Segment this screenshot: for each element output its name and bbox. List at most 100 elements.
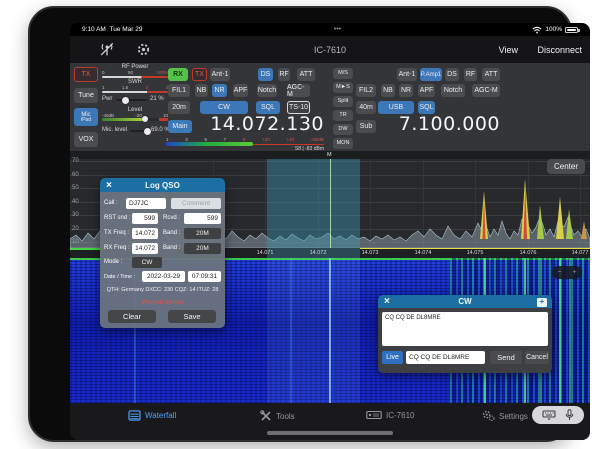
sub-preamp-button[interactable]: P.Amp1 [420, 68, 442, 81]
call-input[interactable] [126, 198, 166, 209]
settings-gear-icon[interactable] [136, 42, 151, 57]
waterfall-passband [267, 258, 360, 403]
main-band-button[interactable]: 20m [168, 101, 190, 114]
sub-notch-button[interactable]: Notch [441, 84, 465, 97]
live-button[interactable]: Live [382, 351, 403, 364]
pwr-slider[interactable] [116, 99, 148, 101]
main-rx-button[interactable]: RX [168, 68, 188, 81]
clear-button[interactable]: Clear [108, 310, 156, 323]
close-icon[interactable]: × [106, 178, 112, 192]
tune-button[interactable]: Tune [74, 88, 98, 103]
cw-dialog-header[interactable]: × CW + [378, 295, 552, 308]
ms-button[interactable]: M/S [333, 68, 353, 79]
status-bar: 9:10 AM Tue Mar 29 ••• 100% [70, 23, 590, 36]
vox-button[interactable]: VOX [74, 132, 98, 147]
pan-minus-icon[interactable]: − [557, 269, 561, 276]
mic-icon[interactable] [565, 409, 574, 421]
time-input[interactable] [188, 271, 221, 282]
rx-freq-input[interactable] [132, 243, 158, 254]
rf-power-meter [102, 76, 168, 78]
add-macro-icon[interactable]: + [537, 298, 547, 307]
passband-highlight[interactable] [267, 159, 360, 248]
tab-tools-label: Tools [276, 412, 295, 421]
mic-ipad-button[interactable]: Mic iPad [74, 108, 98, 126]
view-button[interactable]: View [499, 45, 518, 55]
tx-band-label: Band : [163, 230, 180, 236]
sub-apf-button[interactable]: APF [418, 84, 435, 97]
main-vfo-button[interactable]: Main [168, 120, 192, 133]
save-button[interactable]: Save [168, 310, 216, 323]
rcvd-input[interactable] [184, 213, 221, 224]
sub-rf-button[interactable]: RF [464, 68, 477, 81]
rcvd-label: Rcvd : [163, 215, 180, 221]
main-agc-button[interactable]: AGC-M [287, 84, 310, 97]
cw-message-area[interactable]: CQ CQ DE DL8MRE [382, 312, 548, 346]
dw-button[interactable]: DW [333, 124, 353, 135]
freq-scale-label: 14.075 [462, 250, 488, 256]
main-antenna-button[interactable]: Ant-1 [210, 68, 230, 81]
tuning-marker-line [330, 159, 331, 248]
main-ds-button[interactable]: DS [258, 68, 273, 81]
bottom-tab-bar: Waterfall Tools IC-7610 Settings [70, 403, 590, 440]
cancel-button[interactable]: Cancel [525, 351, 549, 364]
keyboard-shortcut-pill[interactable] [532, 406, 584, 424]
sub-frequency-display: 7.100.000 [390, 113, 500, 135]
close-icon[interactable]: × [384, 295, 390, 308]
send-button[interactable]: Send [490, 351, 522, 364]
date-input[interactable] [142, 271, 185, 282]
tab-waterfall[interactable]: Waterfall [128, 410, 176, 421]
status-dots: ••• [334, 26, 341, 33]
rx-band-button[interactable]: 20M [184, 243, 221, 254]
center-button[interactable]: Center [547, 159, 585, 174]
mic-level-label: Mic. level [102, 127, 127, 133]
sub-agc-button[interactable]: AGC-M [472, 84, 500, 97]
main-rf-button[interactable]: RF [278, 68, 290, 81]
keyboard-icon[interactable] [542, 410, 556, 420]
mon-button[interactable]: MON [333, 138, 353, 149]
mic-level-slider[interactable] [130, 130, 150, 132]
sub-nr-button[interactable]: NR [399, 84, 413, 97]
mode-button[interactable]: CW [132, 257, 162, 268]
sub-filter-button[interactable]: FIL2 [356, 84, 376, 97]
main-nr-button[interactable]: NR [212, 84, 227, 97]
log-qso-header[interactable]: × Log QSO [100, 178, 225, 192]
battery-icon [565, 27, 578, 33]
freq-scale-label: 14.073 [357, 250, 383, 256]
main-apf-button[interactable]: APF [233, 84, 248, 97]
rst-snd-input[interactable] [132, 213, 158, 224]
tx-freq-input[interactable] [132, 228, 158, 239]
rx-freq-label: RX Freq : [104, 245, 130, 251]
main-notch-button[interactable]: Notch [257, 84, 277, 97]
sub-vfo-button[interactable]: Sub [356, 120, 376, 133]
waterfall-pan-control[interactable]: − + [552, 266, 582, 279]
tx-band-button[interactable]: 20M [184, 228, 221, 239]
sub-antenna-button[interactable]: Ant-1 [397, 68, 417, 81]
comment-button[interactable]: Comment [171, 198, 221, 209]
tab-settings[interactable]: Settings [482, 410, 528, 422]
home-indicator[interactable] [267, 431, 393, 435]
tr-button[interactable]: TR [333, 110, 353, 121]
split-button[interactable]: Split [333, 96, 353, 107]
sub-ds-button[interactable]: DS [445, 68, 459, 81]
transmit-off-icon[interactable] [98, 42, 116, 58]
tab-rig[interactable]: IC-7610 [366, 410, 414, 420]
main-nb-button[interactable]: NB [195, 84, 208, 97]
sub-band-button[interactable]: 40m [356, 101, 376, 114]
cw-text-input[interactable] [406, 351, 485, 364]
sub-nb-button[interactable]: NB [381, 84, 395, 97]
level-marker [142, 116, 148, 122]
status-time-date: 9:10 AM Tue Mar 29 [82, 26, 142, 33]
tx-button[interactable]: TX [74, 67, 98, 82]
sub-att-button[interactable]: ATT [482, 68, 500, 81]
tab-tools[interactable]: Tools [260, 410, 295, 422]
ipad-label: iPad [81, 118, 91, 123]
cw-dialog-title: CW [458, 297, 471, 306]
waterfall-center-line [329, 258, 331, 403]
m-to-s-button[interactable]: M►S [333, 82, 353, 93]
freq-scale-label: 14.071 [252, 250, 278, 256]
pan-plus-icon[interactable]: + [572, 269, 576, 276]
main-tx-button[interactable]: TX [192, 68, 207, 81]
disconnect-button[interactable]: Disconnect [537, 45, 582, 55]
main-filter-button[interactable]: FIL1 [168, 84, 190, 97]
main-att-button[interactable]: ATT [297, 68, 315, 81]
